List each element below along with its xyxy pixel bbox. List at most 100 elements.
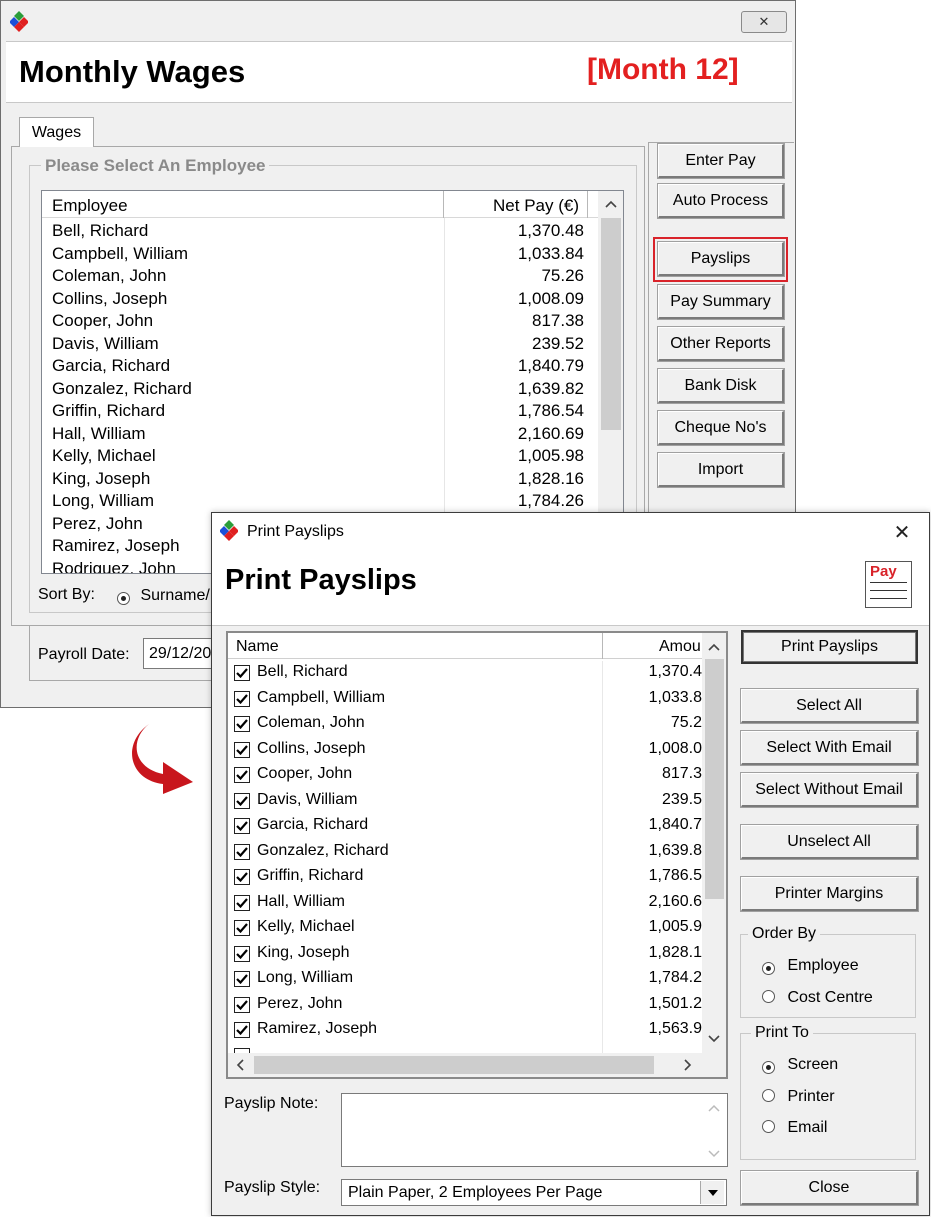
table-row[interactable]: Coleman, John 75.2 — [228, 712, 702, 738]
table-row[interactable] — [228, 1044, 702, 1053]
payslip-employee-list[interactable]: Name Amou Bell, Richard 1,370.4 Campbell, … — [226, 631, 728, 1079]
dropdown-button[interactable] — [700, 1181, 724, 1204]
table-row[interactable]: Davis, William 239.5 — [228, 789, 702, 815]
row-checkbox[interactable] — [234, 690, 250, 707]
table-row[interactable]: Long, William 1,784.2 — [228, 967, 702, 993]
list-item[interactable]: Garcia, Richard 1,840.79 — [42, 355, 598, 378]
row-checkbox[interactable] — [234, 767, 250, 783]
sort-surname-radio[interactable]: Surname/ — [117, 587, 210, 605]
list-item[interactable]: Hall, William 2,160.69 — [42, 423, 598, 446]
column-header-net-pay[interactable]: Net Pay (€) — [444, 191, 588, 218]
list-item[interactable]: Coleman, John 75.26 — [42, 265, 598, 288]
table-row[interactable]: Bell, Richard 1,370.4 — [228, 661, 702, 687]
column-header-name[interactable]: Name — [228, 633, 603, 659]
scroll-thumb[interactable] — [601, 218, 621, 430]
auto-process-button[interactable]: Auto Process — [658, 184, 784, 218]
payslips-button[interactable]: Payslips — [658, 242, 784, 276]
list-item[interactable]: King, Joseph 1,828.16 — [42, 468, 598, 491]
scroll-down-icon[interactable] — [708, 1035, 720, 1043]
select-with-email-label: Select With Email — [766, 738, 892, 756]
enter-pay-button[interactable]: Enter Pay — [658, 144, 784, 178]
import-button[interactable]: Import — [658, 453, 784, 487]
list-item[interactable]: Griffin, Richard 1,786.54 — [42, 400, 598, 423]
scroll-left-icon[interactable] — [236, 1059, 244, 1071]
scroll-up-icon[interactable] — [605, 200, 617, 208]
row-checkbox[interactable] — [234, 894, 250, 911]
table-row[interactable]: Garcia, Richard 1,840.7 — [228, 814, 702, 840]
row-name: Collins, Joseph — [257, 739, 366, 757]
order-cost-centre-label: Cost Centre — [787, 989, 873, 1006]
row-checkbox[interactable] — [234, 741, 250, 758]
select-with-email-button[interactable]: Select With Email — [741, 731, 918, 765]
row-checkbox[interactable] — [234, 843, 250, 860]
cheque-nos-button[interactable]: Cheque No's — [658, 411, 784, 445]
other-reports-button[interactable]: Other Reports — [658, 327, 784, 361]
column-header-amount[interactable]: Amou — [603, 633, 703, 659]
sort-surname-label: Surname/ — [140, 587, 210, 604]
payslip-style-select[interactable]: Plain Paper, 2 Employees Per Page — [341, 1179, 727, 1206]
dialog-header: Print Payslips Pay — [212, 551, 929, 626]
table-row[interactable]: Hall, William 2,160.6 — [228, 891, 702, 917]
checkmark-icon — [236, 744, 248, 755]
row-checkbox[interactable] — [234, 869, 250, 885]
tab-wages[interactable]: Wages — [19, 117, 94, 147]
unselect-all-button[interactable]: Unselect All — [741, 825, 918, 859]
row-checkbox[interactable] — [234, 971, 250, 987]
dialog-close-button[interactable]: ✕ — [884, 517, 920, 547]
row-amount: 1,563.9 — [648, 1020, 702, 1037]
table-row[interactable]: Griffin, Richard 1,786.5 — [228, 865, 702, 891]
column-header-employee[interactable]: Employee — [42, 191, 444, 218]
table-row[interactable]: Cooper, John 817.3 — [228, 763, 702, 789]
payslip-note-field[interactable] — [341, 1093, 728, 1167]
row-amount: 1,008.0 — [648, 739, 702, 757]
pay-summary-button[interactable]: Pay Summary — [658, 285, 784, 319]
print-to-email-radio[interactable]: Email — [762, 1119, 827, 1137]
horizontal-scroll-thumb[interactable] — [254, 1056, 654, 1074]
row-checkbox[interactable] — [234, 716, 250, 732]
row-checkbox[interactable] — [234, 920, 250, 936]
select-without-email-button[interactable]: Select Without Email — [741, 773, 918, 807]
print-to-screen-radio[interactable]: Screen — [762, 1056, 838, 1074]
sort-by-label: Sort By: — [38, 586, 95, 603]
pay-summary-label: Pay Summary — [670, 292, 771, 310]
table-row[interactable]: Perez, John 1,501.2 — [228, 993, 702, 1019]
table-row[interactable]: King, Joseph 1,828.1 — [228, 942, 702, 968]
print-to-printer-radio[interactable]: Printer — [762, 1088, 835, 1106]
list-item[interactable]: Bell, Richard 1,370.48 — [42, 220, 598, 243]
list-item[interactable]: Kelly, Michael 1,005.98 — [42, 445, 598, 468]
table-row[interactable]: Gonzalez, Richard 1,639.8 — [228, 840, 702, 866]
print-payslips-button[interactable]: Print Payslips — [741, 630, 918, 664]
note-scroll-down-icon[interactable] — [708, 1150, 720, 1158]
scroll-up-icon[interactable] — [708, 643, 720, 651]
scroll-thumb[interactable] — [705, 659, 724, 899]
payslip-vertical-scrollbar[interactable] — [702, 633, 726, 1053]
checkmark-icon — [236, 693, 248, 704]
row-checkbox[interactable] — [234, 818, 250, 834]
printer-margins-button[interactable]: Printer Margins — [741, 877, 918, 911]
payslip-horizontal-scrollbar[interactable] — [228, 1053, 702, 1077]
select-all-button[interactable]: Select All — [741, 689, 918, 723]
table-row[interactable]: Campbell, William 1,033.8 — [228, 687, 702, 713]
note-scroll-up-icon[interactable] — [708, 1104, 720, 1112]
bank-disk-button[interactable]: Bank Disk — [658, 369, 784, 403]
list-item[interactable]: Davis, William 239.52 — [42, 333, 598, 356]
close-icon: ✕ — [758, 14, 770, 29]
row-checkbox[interactable] — [234, 996, 250, 1013]
table-row[interactable]: Kelly, Michael 1,005.9 — [228, 916, 702, 942]
list-item[interactable]: Gonzalez, Richard 1,639.82 — [42, 378, 598, 401]
row-checkbox[interactable] — [234, 792, 250, 809]
order-cost-centre-radio[interactable]: Cost Centre — [762, 989, 873, 1007]
order-employee-radio[interactable]: Employee — [762, 957, 859, 975]
main-close-button[interactable]: ✕ — [741, 11, 787, 33]
row-checkbox[interactable] — [234, 945, 250, 962]
scroll-right-icon[interactable] — [684, 1059, 692, 1071]
list-item[interactable]: Long, William 1,784.26 — [42, 490, 598, 513]
row-checkbox[interactable] — [234, 665, 250, 681]
table-row[interactable]: Collins, Joseph 1,008.0 — [228, 738, 702, 764]
close-button[interactable]: Close — [741, 1171, 918, 1205]
table-row[interactable]: Ramirez, Joseph 1,563.9 — [228, 1018, 702, 1044]
list-item[interactable]: Collins, Joseph 1,008.09 — [42, 288, 598, 311]
list-item[interactable]: Campbell, William 1,033.84 — [42, 243, 598, 266]
row-checkbox[interactable] — [234, 1022, 250, 1038]
list-item[interactable]: Cooper, John 817.38 — [42, 310, 598, 333]
